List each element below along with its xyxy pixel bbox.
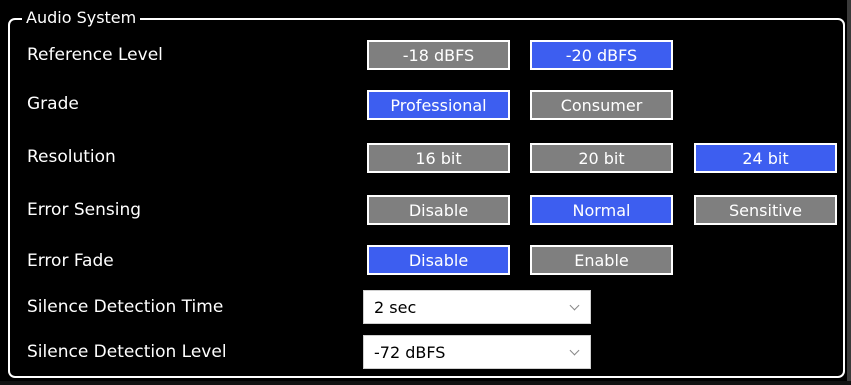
silence-detection-time-select[interactable]: 2 sec (363, 290, 591, 324)
window-edge (847, 0, 851, 385)
silence-detection-time-label: Silence Detection Time (27, 297, 224, 317)
grade-label: Grade (27, 94, 79, 114)
error-fade-label: Error Fade (27, 251, 114, 271)
chevron-down-icon (569, 300, 580, 311)
error-sensing-option-sensitive[interactable]: Sensitive (694, 195, 837, 225)
error-sensing-option-disable[interactable]: Disable (367, 195, 510, 225)
error-fade-option-enable[interactable]: Enable (530, 245, 673, 275)
silence-detection-level-label: Silence Detection Level (27, 342, 227, 362)
grade-option-professional[interactable]: Professional (367, 90, 510, 120)
group-title: Audio System (22, 7, 141, 29)
resolution-option-24bit[interactable]: 24 bit (694, 143, 837, 173)
error-fade-option-disable[interactable]: Disable (367, 245, 510, 275)
silence-detection-level-select[interactable]: -72 dBFS (363, 335, 591, 369)
resolution-option-20bit[interactable]: 20 bit (530, 143, 673, 173)
chevron-down-icon (569, 345, 580, 356)
reference-level-label: Reference Level (27, 45, 163, 65)
window-bottom-edge (0, 381, 851, 385)
error-sensing-option-normal[interactable]: Normal (530, 195, 673, 225)
grade-option-consumer[interactable]: Consumer (530, 90, 673, 120)
audio-system-panel: Audio System Reference Level -18 dBFS -2… (0, 0, 851, 385)
reference-level-option-18[interactable]: -18 dBFS (367, 40, 510, 70)
silence-detection-time-value: 2 sec (374, 297, 417, 317)
error-sensing-label: Error Sensing (27, 200, 142, 220)
resolution-label: Resolution (27, 147, 116, 167)
silence-detection-level-value: -72 dBFS (374, 342, 446, 362)
reference-level-option-20[interactable]: -20 dBFS (530, 40, 673, 70)
resolution-option-16bit[interactable]: 16 bit (367, 143, 510, 173)
